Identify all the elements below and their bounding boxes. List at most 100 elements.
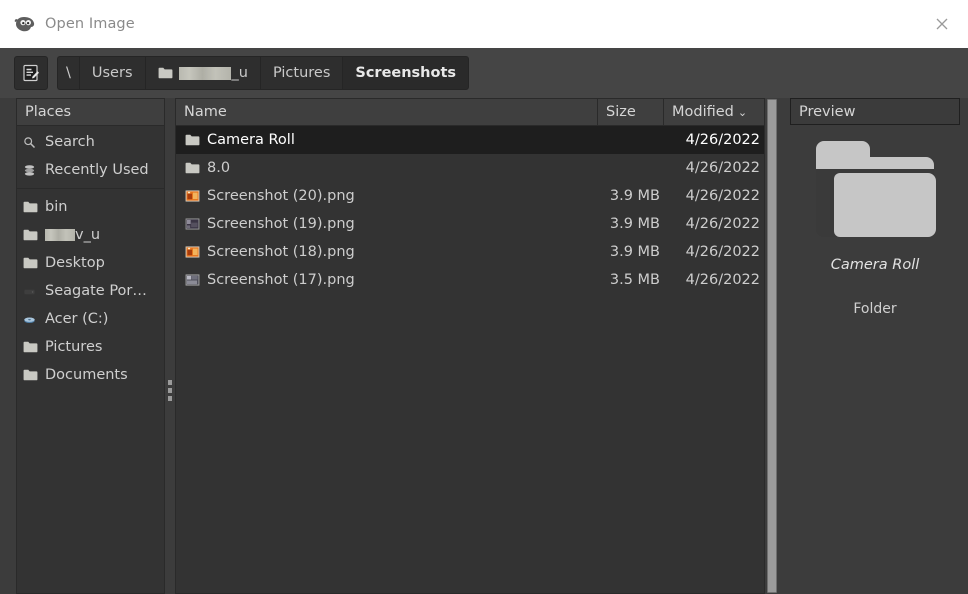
- file-list-scrollbar[interactable]: [766, 98, 778, 594]
- redacted-username: [45, 229, 75, 241]
- open-image-dialog: Open Image \ Users _u Pictures Screensho…: [0, 0, 968, 594]
- table-row[interactable]: Camera Roll 4/26/2022: [176, 126, 764, 154]
- file-size: 3.5 MB: [609, 272, 660, 288]
- breadcrumb-label: Pictures: [272, 65, 331, 81]
- scrollbar-thumb[interactable]: [767, 99, 777, 593]
- sidebar-item-label: Desktop: [45, 255, 105, 271]
- column-label: Size: [606, 104, 636, 120]
- folder-icon: [23, 229, 41, 241]
- breadcrumb-label: _u: [231, 65, 248, 81]
- breadcrumb-label: Screenshots: [355, 65, 457, 81]
- file-name-cell: Screenshot (19).png: [176, 216, 598, 232]
- file-size: 3.9 MB: [609, 188, 660, 204]
- folder-icon: [23, 201, 41, 213]
- sidebar-item-label: Search: [45, 134, 95, 150]
- drive-icon: [23, 285, 41, 298]
- folder-icon: [158, 67, 173, 79]
- dialog-body: Places Search Recently Used bin v_u Desk…: [0, 98, 968, 594]
- table-row[interactable]: Screenshot (17).png 3.5 MB 4/26/2022: [176, 266, 764, 294]
- places-sidebar: Places Search Recently Used bin v_u Desk…: [16, 98, 165, 594]
- preview-body: Camera Roll Folder: [790, 125, 960, 594]
- file-name: Screenshot (20).png: [207, 188, 355, 204]
- breadcrumb-label: \: [66, 65, 71, 81]
- redacted-username: [178, 66, 231, 80]
- file-name: Camera Roll: [207, 132, 295, 148]
- sidebar-item-bin[interactable]: bin: [17, 193, 164, 221]
- breadcrumb-screenshots[interactable]: Screenshots: [342, 56, 470, 90]
- sidebar-item-label: v_u: [75, 227, 101, 243]
- sidebar-item-label: Documents: [45, 367, 128, 383]
- folder-icon: [23, 341, 41, 353]
- pane-splitter[interactable]: [165, 98, 175, 594]
- search-icon: [23, 136, 41, 149]
- gimp-wilber-icon: [14, 15, 36, 33]
- file-modified: 4/26/2022: [685, 244, 760, 260]
- table-row[interactable]: Screenshot (18).png 3.9 MB 4/26/2022: [176, 238, 764, 266]
- file-name-cell: Screenshot (18).png: [176, 244, 598, 260]
- column-label: Name: [184, 104, 227, 120]
- column-label: Modified: [672, 104, 734, 120]
- preview-file-name: Camera Roll: [830, 257, 920, 273]
- splitter-grip: [168, 380, 172, 401]
- file-name-cell: Camera Roll: [176, 132, 598, 148]
- sidebar-item-pictures[interactable]: Pictures: [17, 333, 164, 361]
- sidebar-item-label: Pictures: [45, 339, 103, 355]
- recent-icon: [23, 164, 41, 177]
- chevron-down-icon: ⌄: [737, 105, 748, 119]
- file-modified: 4/26/2022: [685, 188, 760, 204]
- sidebar-item-seagate[interactable]: Seagate Por…: [17, 277, 164, 305]
- folder-icon: [184, 160, 200, 176]
- sidebar-item-label: Acer (C:): [45, 311, 109, 327]
- column-header-modified[interactable]: Modified ⌄: [664, 99, 764, 125]
- folder-icon: [184, 132, 200, 148]
- file-list: Name Size Modified ⌄ Camera Roll 4/26/20…: [175, 98, 765, 594]
- sidebar-item-desktop[interactable]: Desktop: [17, 249, 164, 277]
- places-header: Places: [17, 99, 164, 126]
- sidebar-item-label: Seagate Por…: [45, 283, 147, 299]
- file-name-cell: Screenshot (20).png: [176, 188, 598, 204]
- preview-file-type: Folder: [853, 301, 897, 317]
- places-list: Search Recently Used bin v_u Desktop Sea…: [17, 126, 164, 593]
- file-size: 3.9 MB: [609, 216, 660, 232]
- sidebar-item-documents[interactable]: Documents: [17, 361, 164, 389]
- places-separator: [17, 188, 164, 189]
- column-header-name[interactable]: Name: [176, 99, 598, 125]
- close-icon[interactable]: [916, 0, 968, 48]
- table-row[interactable]: 8.0 4/26/2022: [176, 154, 764, 182]
- folder-icon: [23, 369, 41, 381]
- breadcrumb-label: Users: [91, 65, 133, 81]
- image-thumbnail-icon: [184, 188, 200, 204]
- image-thumbnail-icon: [184, 216, 200, 232]
- column-header-size[interactable]: Size: [598, 99, 664, 125]
- file-size: 3.9 MB: [609, 244, 660, 260]
- file-name-cell: 8.0: [176, 160, 598, 176]
- breadcrumb-pictures[interactable]: Pictures: [259, 56, 343, 90]
- file-name: Screenshot (17).png: [207, 272, 355, 288]
- file-modified: 4/26/2022: [685, 132, 760, 148]
- sidebar-item-user-folder[interactable]: v_u: [17, 221, 164, 249]
- file-modified: 4/26/2022: [685, 160, 760, 176]
- file-name: Screenshot (18).png: [207, 244, 355, 260]
- window-title: Open Image: [45, 16, 135, 32]
- file-modified: 4/26/2022: [685, 272, 760, 288]
- breadcrumb: \ Users _u Pictures Screenshots: [57, 56, 470, 90]
- breadcrumb-root[interactable]: \: [57, 56, 79, 90]
- file-name-cell: Screenshot (17).png: [176, 272, 598, 288]
- sidebar-item-acer-c[interactable]: Acer (C:): [17, 305, 164, 333]
- harddisk-icon: [23, 313, 41, 326]
- file-name: Screenshot (19).png: [207, 216, 355, 232]
- file-modified: 4/26/2022: [685, 216, 760, 232]
- path-toolbar: \ Users _u Pictures Screenshots: [0, 48, 968, 98]
- image-thumbnail-icon: [184, 244, 200, 260]
- breadcrumb-users[interactable]: Users: [78, 56, 145, 90]
- table-row[interactable]: Screenshot (19).png 3.9 MB 4/26/2022: [176, 210, 764, 238]
- folder-icon: [810, 133, 940, 245]
- folder-icon: [23, 257, 41, 269]
- sidebar-item-label: Recently Used: [45, 162, 149, 178]
- type-filename-icon[interactable]: [14, 56, 48, 90]
- sidebar-item-search[interactable]: Search: [17, 128, 164, 156]
- breadcrumb-user-folder[interactable]: _u: [144, 56, 260, 90]
- sidebar-item-recently-used[interactable]: Recently Used: [17, 156, 164, 184]
- table-row[interactable]: Screenshot (20).png 3.9 MB 4/26/2022: [176, 182, 764, 210]
- image-thumbnail-icon: [184, 272, 200, 288]
